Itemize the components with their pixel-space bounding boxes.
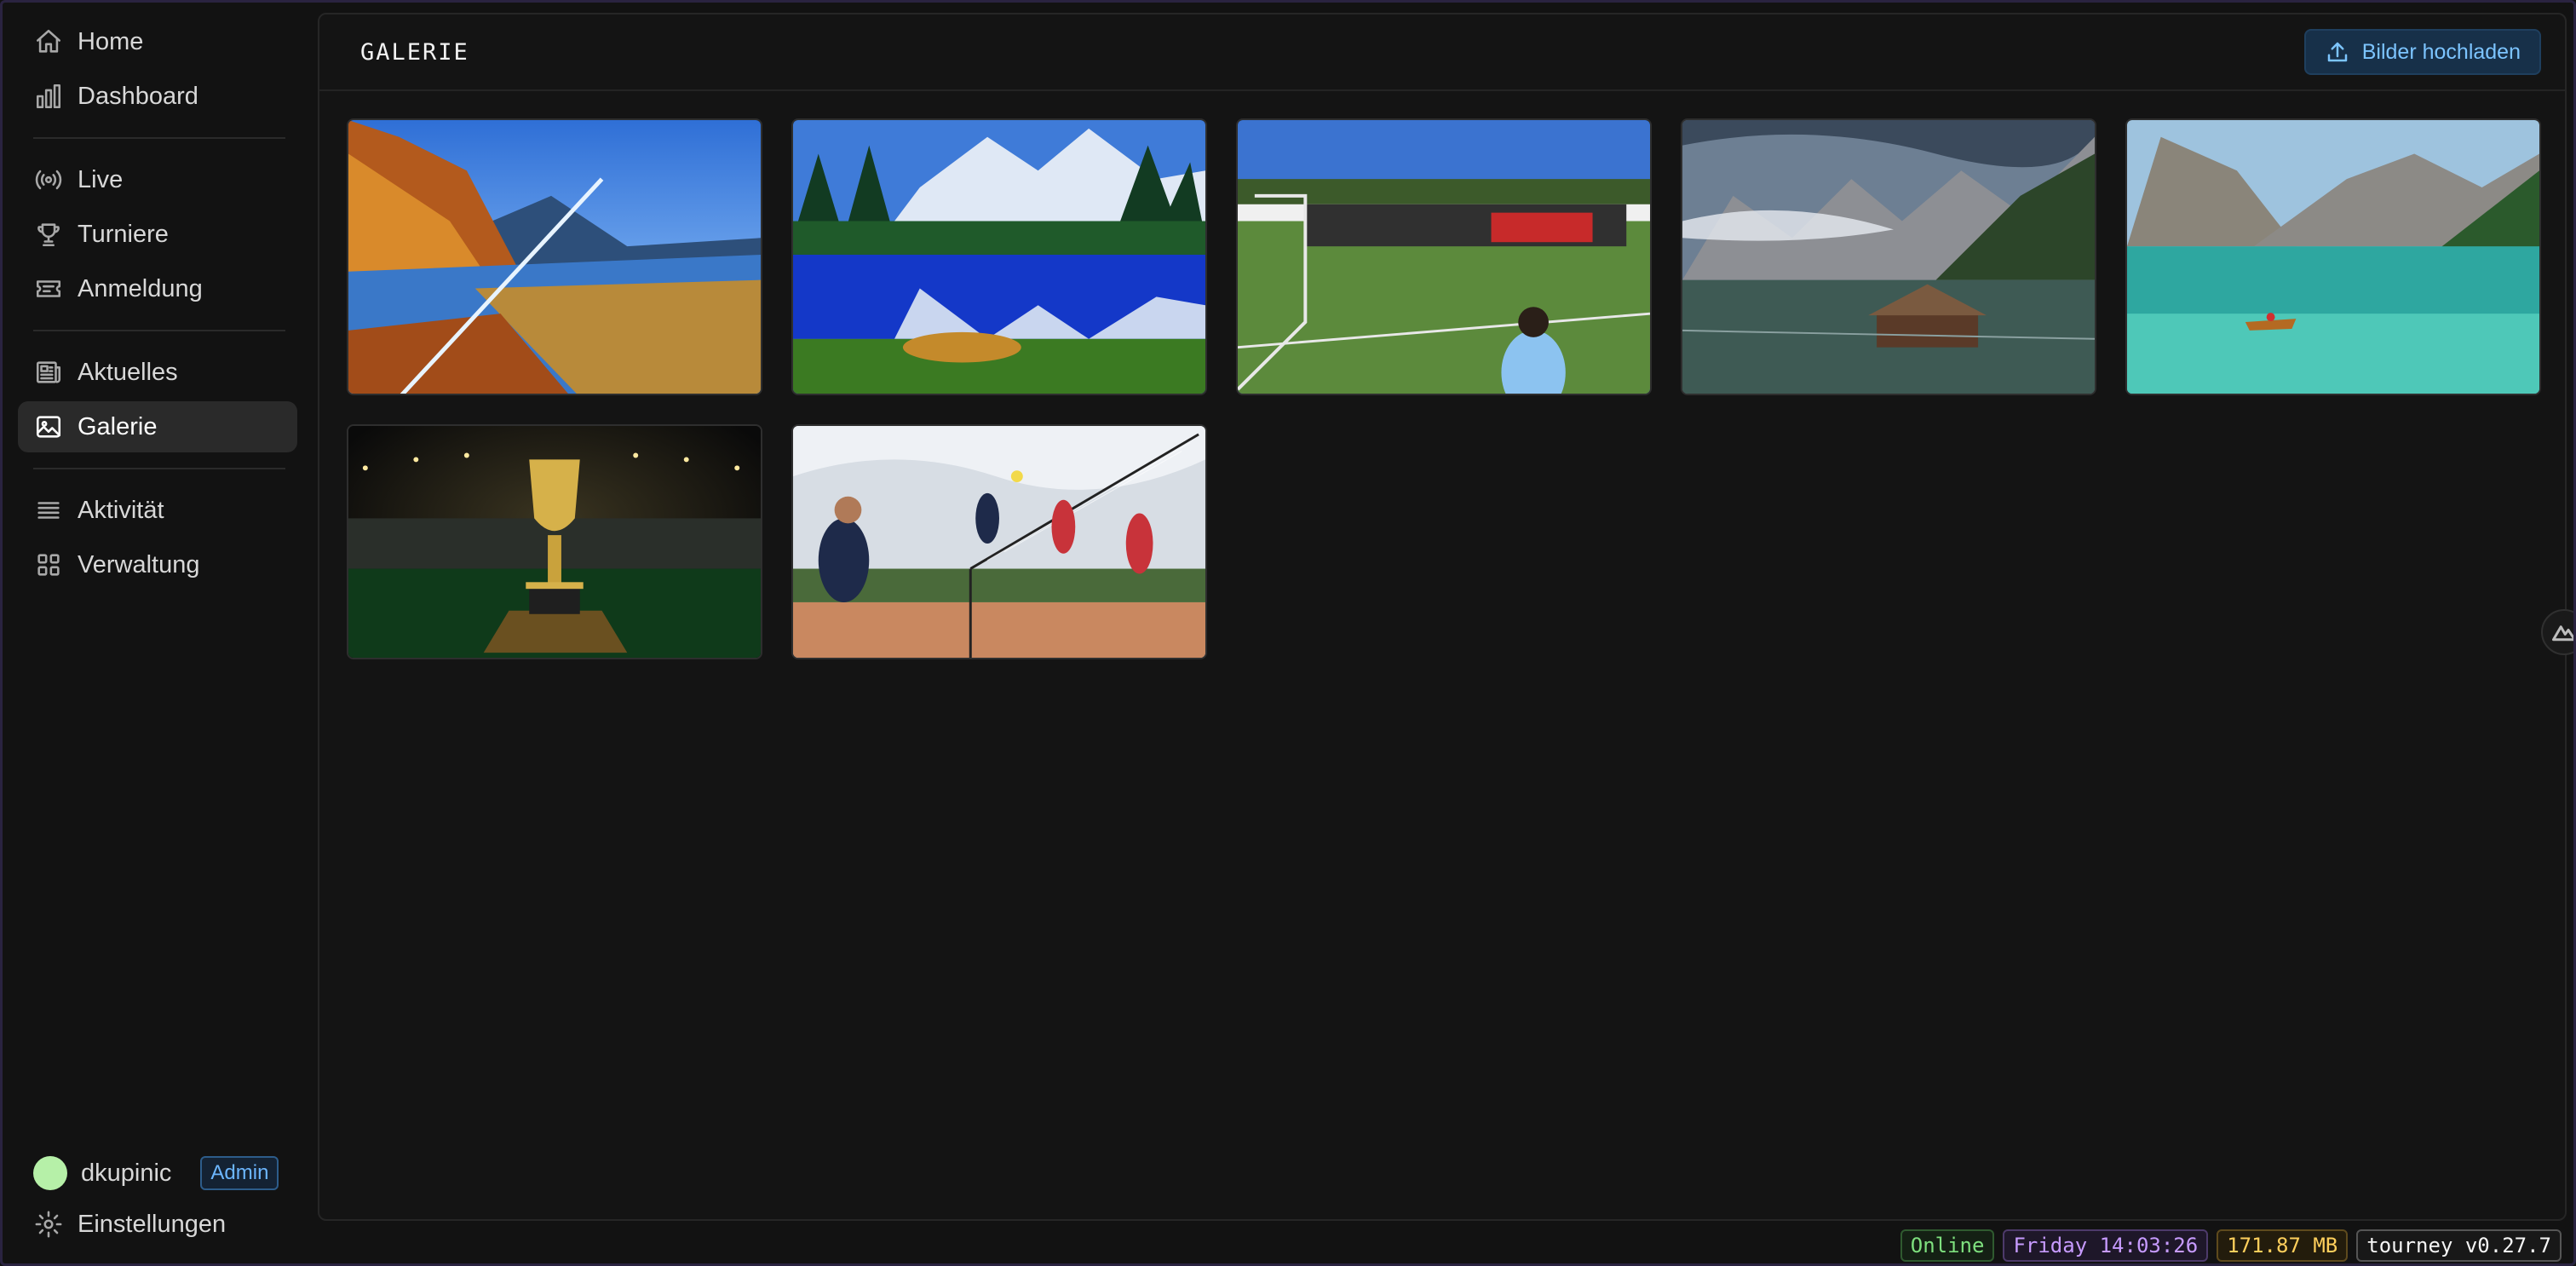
sidebar-item-label: Turniere — [78, 220, 169, 248]
list-icon — [33, 495, 64, 526]
sidebar: Home Dashboard Live Turniere Anmeldung A… — [3, 3, 313, 1263]
sidebar-divider — [33, 468, 285, 469]
gallery-image-2[interactable] — [791, 118, 1207, 395]
sidebar-divider — [33, 137, 285, 139]
user-profile[interactable]: dkupinic Admin — [18, 1148, 297, 1199]
sidebar-item-label: Dashboard — [78, 82, 198, 110]
image-grid — [347, 118, 2541, 659]
turquoise-lake-boat-image — [2127, 120, 2539, 394]
trophy-stadium-image — [348, 426, 761, 658]
sidebar-divider — [33, 330, 285, 331]
sidebar-item-label: Home — [78, 27, 144, 55]
sidebar-item-label: Live — [78, 165, 124, 193]
status-bar: Online Friday 14:03:26 171.87 MB tourney… — [1900, 1229, 2562, 1262]
football-team-field-image — [1238, 120, 1650, 394]
sidebar-item-label: Einstellungen — [78, 1210, 227, 1238]
gallery-image-3[interactable] — [1236, 118, 1652, 395]
sidebar-item-einstellungen[interactable]: Einstellungen — [18, 1199, 297, 1250]
sidebar-item-verwaltung[interactable]: Verwaltung — [18, 539, 297, 590]
bar-chart-icon — [33, 81, 64, 112]
sidebar-footer: dkupinic Admin Einstellungen — [18, 1148, 297, 1253]
sidebar-item-galerie[interactable]: Galerie — [18, 401, 297, 452]
gallery-image-5[interactable] — [2125, 118, 2541, 395]
newspaper-icon — [33, 357, 64, 388]
avatar — [33, 1156, 67, 1190]
sidebar-item-turniere[interactable]: Turniere — [18, 209, 297, 260]
panel-header: GALERIE Bilder hochladen — [319, 14, 2565, 91]
gallery-panel: GALERIE Bilder hochladen — [318, 13, 2567, 1221]
mountain-logo-icon — [2552, 625, 2573, 642]
sidebar-item-home[interactable]: Home — [18, 16, 297, 67]
sidebar-item-live[interactable]: Live — [18, 154, 297, 205]
gallery-image-1[interactable] — [347, 118, 762, 395]
upload-button-label: Bilder hochladen — [2361, 39, 2521, 64]
dolomites-lake-hut-image — [1682, 120, 2095, 394]
landscape-lake-autumn-image — [348, 120, 761, 394]
grid-icon — [33, 550, 64, 580]
gear-icon — [33, 1209, 64, 1240]
sidebar-item-aktuelles[interactable]: Aktuelles — [18, 347, 297, 398]
volleyball-game-image — [793, 426, 1205, 658]
sidebar-item-label: Verwaltung — [78, 550, 200, 578]
connection-status-badge: Online — [1900, 1229, 1995, 1262]
sidebar-item-label: Aktuelles — [78, 358, 178, 386]
ticket-icon — [33, 273, 64, 304]
memory-badge: 171.87 MB — [2217, 1229, 2349, 1262]
gallery-image-6[interactable] — [347, 424, 762, 659]
upload-images-button[interactable]: Bilder hochladen — [2303, 29, 2541, 75]
sidebar-item-aktivitaet[interactable]: Aktivität — [18, 485, 297, 536]
upload-icon — [2327, 42, 2347, 62]
sidebar-item-anmeldung[interactable]: Anmeldung — [18, 263, 297, 314]
home-icon — [33, 26, 64, 57]
sidebar-item-dashboard[interactable]: Dashboard — [18, 71, 297, 122]
datetime-badge: Friday 14:03:26 — [2003, 1229, 2209, 1262]
sidebar-item-label: Anmeldung — [78, 274, 203, 302]
sidebar-item-label: Aktivität — [78, 496, 164, 524]
username: dkupinic — [81, 1159, 172, 1187]
gallery-image-4[interactable] — [1681, 118, 2096, 395]
image-icon — [33, 411, 64, 442]
version-badge: tourney v0.27.7 — [2356, 1229, 2562, 1262]
gallery-image-7[interactable] — [791, 424, 1207, 659]
role-badge: Admin — [200, 1156, 279, 1190]
sidebar-item-label: Galerie — [78, 412, 158, 440]
page-title: GALERIE — [360, 38, 469, 66]
landscape-mountain-lake-image — [793, 120, 1205, 394]
trophy-icon — [33, 219, 64, 250]
app-window: Home Dashboard Live Turniere Anmeldung A… — [0, 0, 2576, 1266]
broadcast-icon — [33, 164, 64, 195]
